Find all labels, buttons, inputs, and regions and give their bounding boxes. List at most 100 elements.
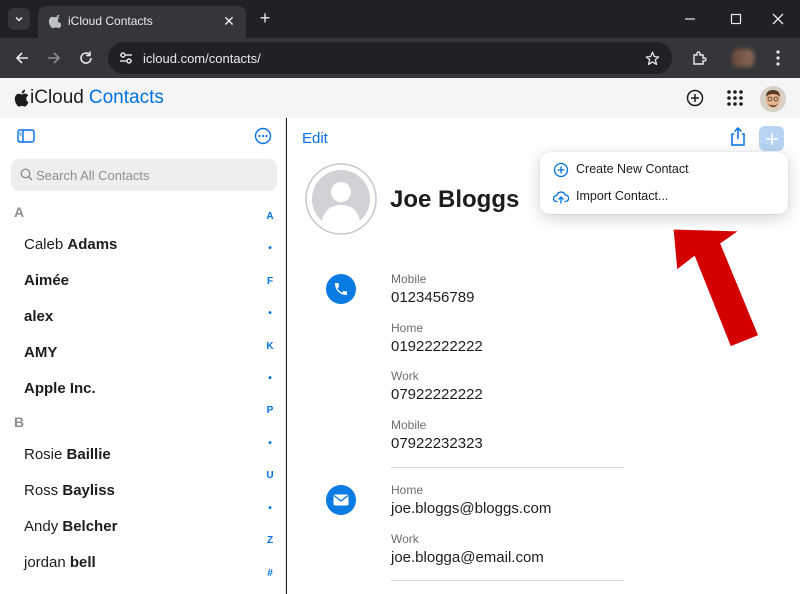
brand-name: iCloud <box>30 87 84 108</box>
contact-last-name: Bayliss <box>62 482 115 499</box>
maximize-icon[interactable] <box>722 6 750 32</box>
add-circle-icon[interactable] <box>684 87 706 109</box>
site-info-icon[interactable] <box>116 48 136 68</box>
index-dot[interactable]: • <box>262 373 278 384</box>
address-bar[interactable]: icloud.com/contacts/ <box>108 42 672 74</box>
contact-first-name: jordan <box>24 554 66 571</box>
contact-name: Aimée <box>24 272 70 289</box>
add-circle-icon <box>553 162 569 178</box>
app-grid-icon[interactable] <box>724 87 746 109</box>
contact-item[interactable]: Andy Belcher <box>24 518 117 535</box>
contact-item[interactable]: Rosie Baillie <box>24 446 111 463</box>
close-window-icon[interactable] <box>764 6 792 32</box>
contact-first-name: Andy <box>24 518 59 535</box>
account-avatar[interactable] <box>760 86 786 112</box>
more-vertical-icon[interactable] <box>768 46 788 70</box>
browser-tab[interactable]: iCloud Contacts ✕ <box>38 6 246 38</box>
edit-button[interactable]: Edit <box>302 130 328 147</box>
index-dot[interactable]: • <box>262 243 278 254</box>
contact-name-heading: Joe Bloggs <box>390 186 520 213</box>
email-label: Work <box>391 532 419 546</box>
chevron-down-icon <box>15 16 23 22</box>
contact-last-name: Baillie <box>66 446 111 463</box>
phone-label: Mobile <box>391 418 427 432</box>
contact-last-name: Adams <box>67 236 118 253</box>
search-icon <box>20 168 33 181</box>
index-dot[interactable]: • <box>262 438 278 449</box>
share-icon[interactable] <box>727 126 749 148</box>
contact-name: Apple Inc. <box>24 380 96 397</box>
minimize-icon[interactable] <box>676 6 704 32</box>
bookmark-star-icon[interactable] <box>642 48 662 68</box>
index-letter[interactable]: Z <box>262 535 278 546</box>
phone-label: Work <box>391 369 419 383</box>
index-dot[interactable]: • <box>262 503 278 514</box>
create-new-contact-label: Create New Contact <box>576 162 689 176</box>
create-new-contact-item[interactable]: Create New Contact <box>540 156 788 183</box>
contact-item[interactable]: alex <box>24 308 53 325</box>
browser-tab-bar: iCloud Contacts ✕ + <box>0 0 800 38</box>
contacts-sidebar: Search All Contacts A Caleb Adams Aimée … <box>0 118 286 594</box>
add-contact-button[interactable] <box>759 126 784 151</box>
contact-first-name: Caleb <box>24 236 64 253</box>
contact-item[interactable]: Ross Bayliss <box>24 482 115 499</box>
product-name: Contacts <box>88 87 164 108</box>
mail-icon <box>326 485 356 515</box>
reload-icon[interactable] <box>74 46 98 70</box>
contact-name: AMY <box>24 344 58 361</box>
index-letter[interactable]: P <box>262 405 278 416</box>
contact-first-name: Rosie <box>24 446 63 463</box>
search-contacts-field[interactable]: Search All Contacts <box>11 159 277 191</box>
tab-close-icon[interactable]: ✕ <box>220 12 238 30</box>
apple-logo-icon <box>14 89 29 107</box>
index-letter[interactable]: U <box>262 470 278 481</box>
index-letter[interactable]: A <box>262 211 278 222</box>
new-tab-button[interactable]: + <box>254 8 276 30</box>
tab-search-button[interactable] <box>8 8 30 30</box>
contact-item[interactable]: jordan bell <box>24 554 96 571</box>
extensions-puzzle-icon[interactable] <box>688 46 712 70</box>
sidebar-toggle-icon[interactable] <box>17 129 35 143</box>
phone-value[interactable]: 07922222222 <box>391 386 483 403</box>
back-arrow-icon[interactable] <box>10 46 34 70</box>
profile-avatar[interactable] <box>732 49 754 67</box>
red-annotation-arrow <box>670 226 762 350</box>
phone-label: Mobile <box>391 272 427 286</box>
index-letter[interactable]: F <box>262 276 278 287</box>
add-contact-menu: Create New Contact Import Contact... <box>540 152 788 214</box>
tab-title: iCloud Contacts <box>68 14 153 28</box>
phone-icon <box>326 274 356 304</box>
email-value[interactable]: joe.bloggs@bloggs.com <box>391 500 551 517</box>
plus-icon <box>765 132 778 145</box>
contact-item[interactable]: AMY <box>24 344 57 361</box>
contact-item[interactable]: Caleb Adams <box>24 236 117 253</box>
import-contact-item[interactable]: Import Contact... <box>540 183 788 210</box>
contact-first-name: Ross <box>24 482 59 499</box>
phone-label: Home <box>391 321 424 335</box>
phone-value[interactable]: 0123456789 <box>391 289 474 306</box>
app-title: iCloud Contacts <box>14 87 164 109</box>
index-letter[interactable]: K <box>262 341 278 352</box>
index-letter[interactable]: # <box>262 568 278 579</box>
section-header-a: A <box>14 204 25 220</box>
contact-last-name: Belcher <box>62 518 118 535</box>
email-value[interactable]: joe.blogga@email.com <box>391 549 544 566</box>
apple-favicon-icon <box>48 13 63 29</box>
phone-value[interactable]: 01922222222 <box>391 338 483 355</box>
contact-name: alex <box>24 308 54 325</box>
phone-value[interactable]: 07922232323 <box>391 435 483 452</box>
browser-toolbar: icloud.com/contacts/ <box>0 38 800 78</box>
memoji-icon <box>760 86 786 112</box>
url-text: icloud.com/contacts/ <box>143 51 261 66</box>
import-contact-label: Import Contact... <box>576 189 669 203</box>
app-header: iCloud Contacts <box>0 78 800 118</box>
more-options-icon[interactable] <box>254 127 272 145</box>
search-placeholder: Search All Contacts <box>36 168 150 183</box>
contact-item[interactable]: Apple Inc. <box>24 380 96 397</box>
section-divider <box>391 467 624 468</box>
forward-arrow-icon[interactable] <box>42 46 66 70</box>
contact-item[interactable]: Aimée <box>24 272 69 289</box>
contact-photo-placeholder-icon <box>305 163 377 235</box>
email-label: Home <box>391 483 424 497</box>
index-dot[interactable]: • <box>262 308 278 319</box>
